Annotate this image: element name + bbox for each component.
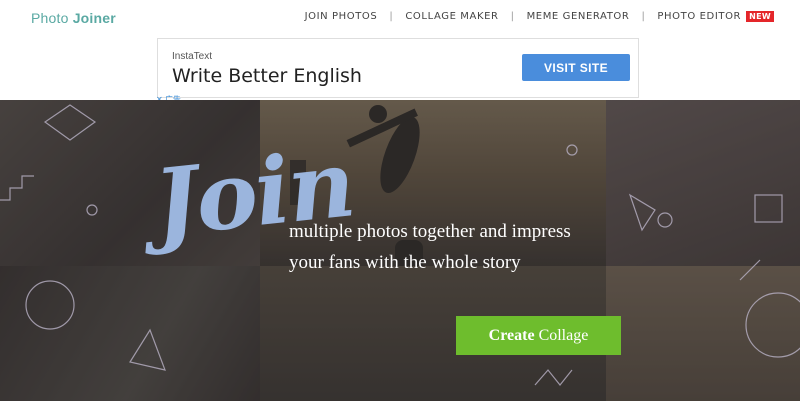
main-nav: JOIN PHOTOS | COLLAGE MAKER | MEME GENER… [305, 11, 774, 22]
ad-brand: InstaText [172, 51, 213, 62]
create-label-bold: Create [488, 326, 535, 344]
nav-photo-editor[interactable]: PHOTO EDITOR [657, 11, 741, 22]
nav-separator: | [389, 11, 394, 22]
site-logo[interactable]: Photo Joiner [31, 10, 116, 26]
hero-banner: Join multiple photos together and impres… [0, 100, 800, 401]
tagline-line-2: your fans with the whole story [289, 252, 521, 273]
hero-tagline: multiple photos together and impress you… [289, 216, 609, 278]
nav-separator: | [510, 11, 515, 22]
nav-meme-generator[interactable]: MEME GENERATOR [527, 11, 630, 22]
ad-headline: Write Better English [172, 65, 362, 87]
logo-text-photo: Photo [31, 10, 69, 26]
nav-join-photos[interactable]: JOIN PHOTOS [305, 11, 378, 22]
visit-site-button[interactable]: VISIT SITE [522, 54, 630, 81]
ad-banner[interactable]: InstaText Write Better English VISIT SIT… [156, 38, 639, 104]
create-label-rest: Collage [538, 326, 589, 344]
logo-text-joiner: Joiner [72, 10, 116, 26]
nav-collage-maker[interactable]: COLLAGE MAKER [405, 11, 498, 22]
new-badge: NEW [746, 11, 774, 22]
tagline-line-1: multiple photos together and impress [289, 221, 571, 242]
nav-separator: | [641, 11, 646, 22]
create-collage-button[interactable]: Create Collage [456, 316, 621, 355]
